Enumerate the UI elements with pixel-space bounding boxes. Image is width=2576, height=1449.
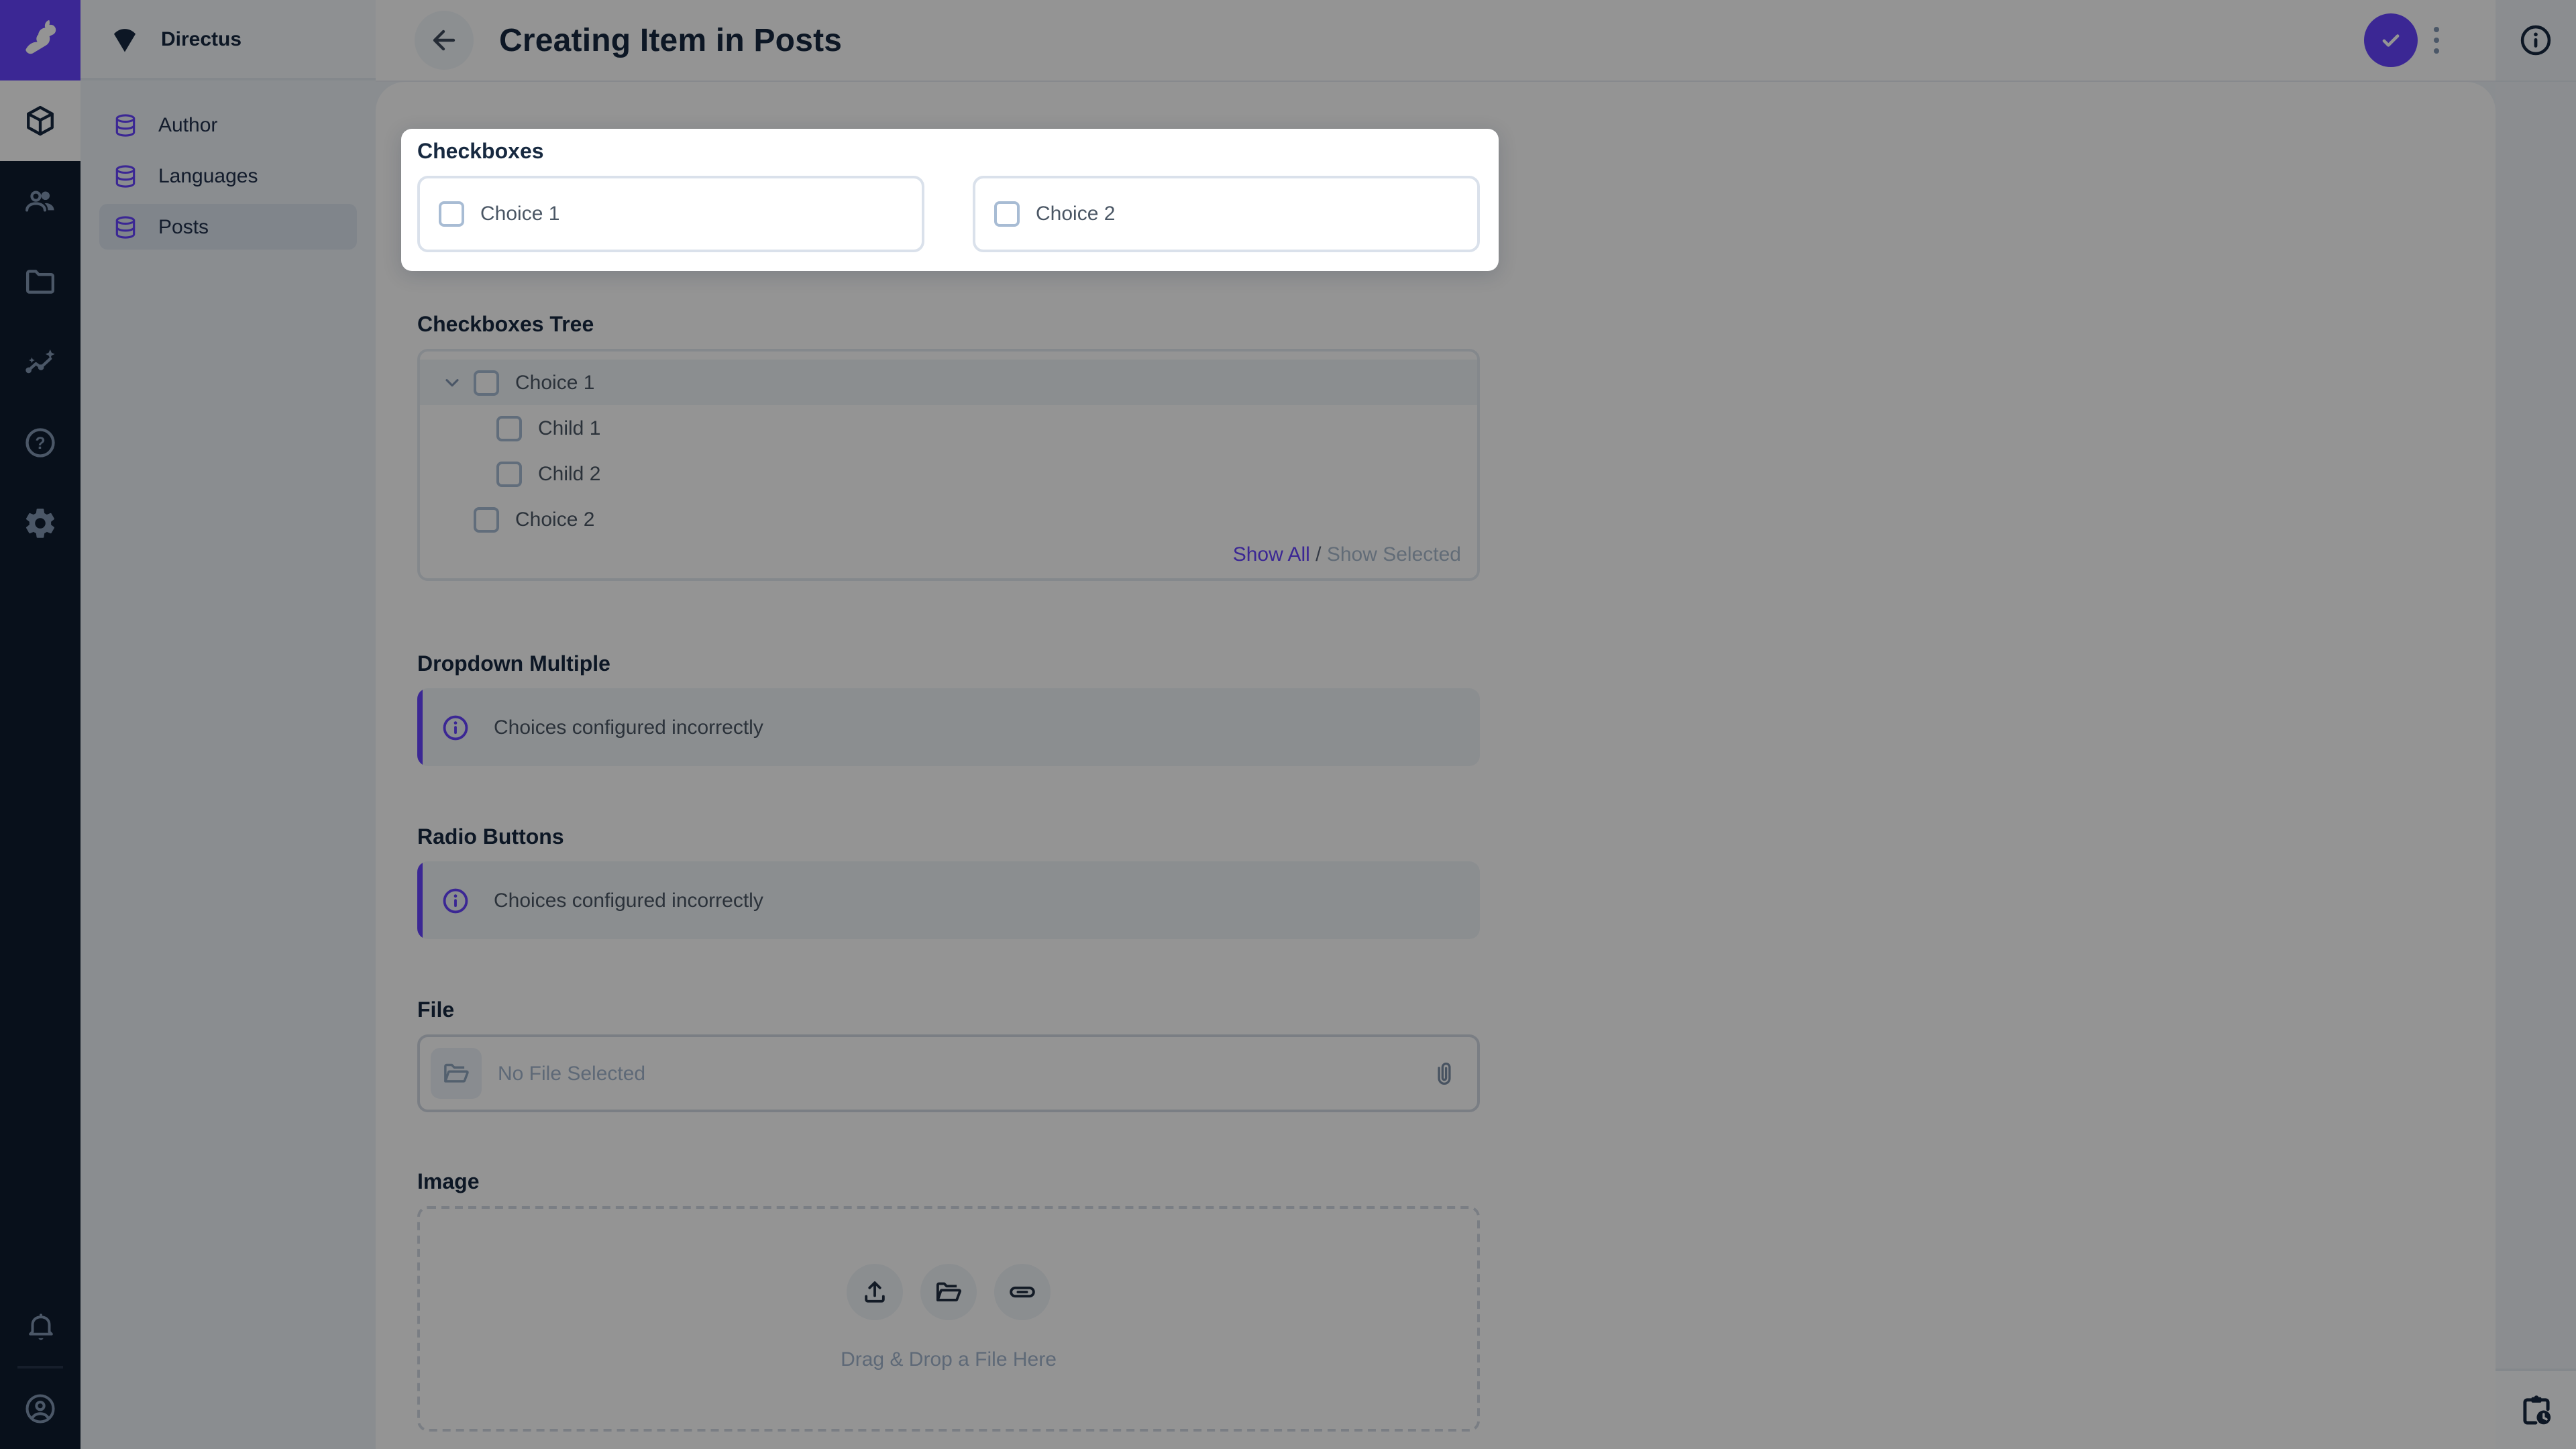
checkboxes-spotlight-card: Checkboxes Choice 1 Choice 2: [401, 129, 1499, 271]
checkbox-label: Choice 2: [1036, 203, 1115, 225]
checkbox-unchecked-icon[interactable]: [994, 201, 1020, 227]
checkbox-option-choice-1[interactable]: Choice 1: [417, 176, 924, 252]
checkbox-unchecked-icon[interactable]: [439, 201, 464, 227]
field-checkboxes: Checkboxes Choice 1 Choice 2: [417, 140, 1480, 252]
app-window: ? Direct: [0, 0, 2576, 1449]
checkbox-option-choice-2[interactable]: Choice 2: [973, 176, 1480, 252]
checkbox-label: Choice 1: [480, 203, 559, 225]
field-label: Checkboxes: [417, 140, 1480, 165]
